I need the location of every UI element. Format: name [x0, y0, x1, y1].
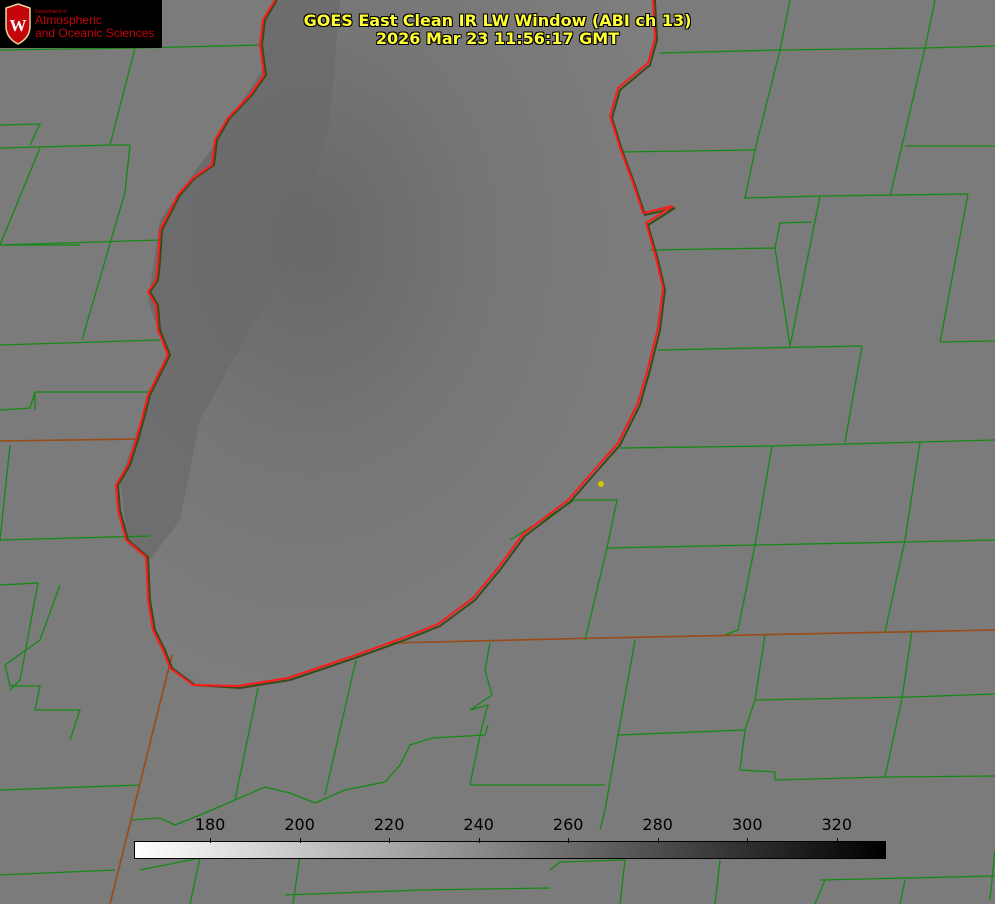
- colorbar-tick-mark: [747, 838, 748, 843]
- colorbar-tick-label: 320: [821, 815, 853, 834]
- satellite-image-viewer: W Department of Atmospheric and Oceanic …: [0, 0, 995, 904]
- colorbar-tick-label: 260: [552, 815, 584, 834]
- colorbar-tick-label: 200: [284, 815, 315, 834]
- colorbar-tick-label: 300: [731, 815, 763, 834]
- seal-letter: W: [10, 16, 27, 35]
- colorbar: [134, 841, 886, 859]
- colorbar-tick-mark: [568, 838, 569, 843]
- colorbar-tick-label: 180: [194, 815, 226, 834]
- uw-aos-logo: W Department of Atmospheric and Oceanic …: [0, 0, 162, 48]
- map-canvas: [0, 0, 995, 904]
- colorbar-tick-mark: [479, 838, 480, 843]
- title-timestamp: 2026 Mar 23 11:56:17 GMT: [375, 29, 620, 48]
- title-product: GOES East Clean IR LW Window (ABI ch 13): [303, 11, 692, 30]
- university-seal-icon: W: [5, 3, 31, 45]
- colorbar-tick-label: 240: [463, 815, 494, 834]
- colorbar-tick-mark: [389, 838, 390, 843]
- image-title: GOES East Clean IR LW Window (ABI ch 13)…: [240, 12, 755, 48]
- logo-line-2: and Oceanic Sciences: [35, 26, 155, 40]
- colorbar-tick-mark: [210, 838, 211, 843]
- colorbar-tick-label: 220: [373, 815, 405, 834]
- location-marker: [598, 481, 604, 487]
- colorbar-tick-mark: [658, 838, 659, 843]
- colorbar-tick-mark: [300, 838, 301, 843]
- colorbar-tick-mark: [837, 838, 838, 843]
- colorbar-tick-label: 280: [642, 815, 673, 834]
